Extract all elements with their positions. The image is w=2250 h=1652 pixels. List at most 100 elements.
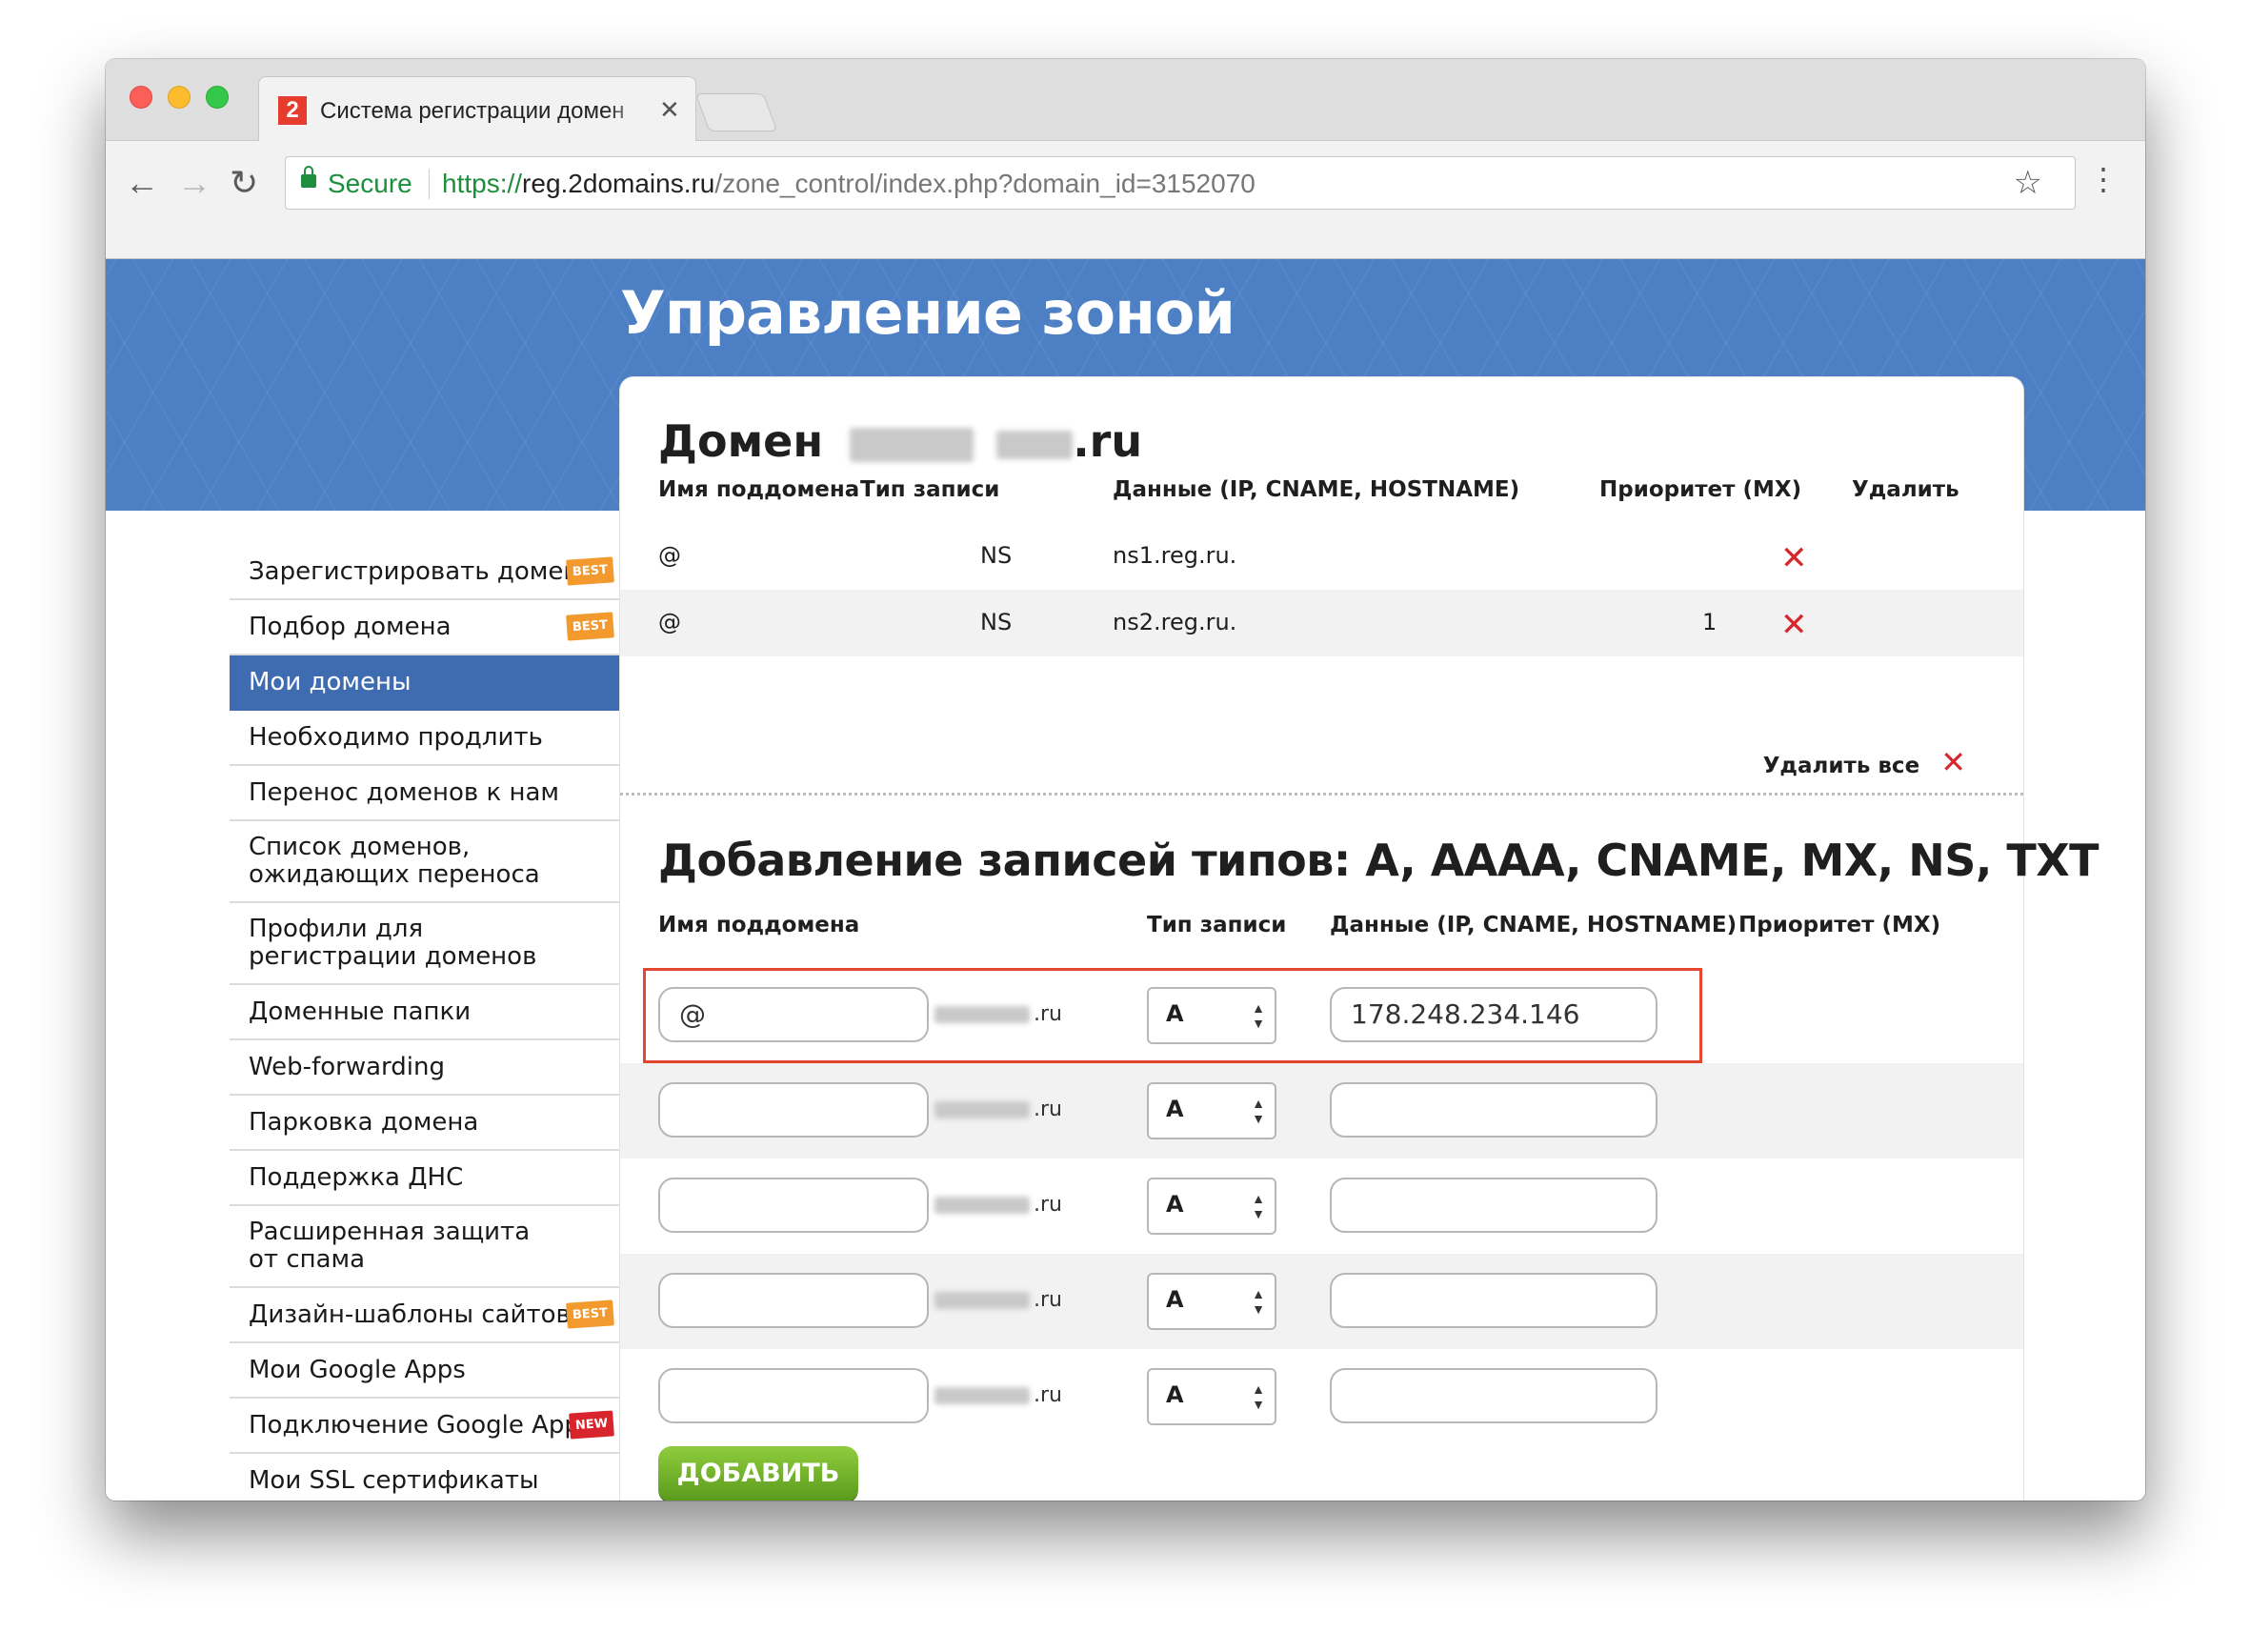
form-row: .ru A ▲ ▼: [620, 1158, 2023, 1254]
suffix-text: .ru: [1034, 1098, 1062, 1121]
record-data-input[interactable]: [1330, 1082, 1657, 1138]
domain-suffix: .ru: [1073, 415, 1143, 467]
record-priority: 1: [1702, 609, 1718, 635]
record-data: ns1.reg.ru.: [1113, 542, 1237, 569]
suffix-text: .ru: [1034, 1383, 1062, 1407]
sidebar-item[interactable]: Мои SSL сертификаты: [230, 1454, 621, 1501]
bookmark-star-icon[interactable]: ☆: [2014, 165, 2042, 201]
zone-card: Домен .ru Имя поддомена Тип записи Данны…: [620, 377, 2099, 1501]
new-tab-button[interactable]: [694, 93, 778, 131]
column-header-priority: Приоритет (MX): [1599, 477, 1802, 502]
select-arrows-icon: ▲ ▼: [1252, 1286, 1265, 1317]
close-window-button[interactable]: [130, 86, 152, 109]
browser-menu-icon[interactable]: ⋮: [2088, 164, 2119, 194]
record-type-select[interactable]: A ▲ ▼: [1147, 1082, 1276, 1139]
record-type-value: A: [1166, 1191, 1184, 1218]
sidebar-item[interactable]: Поддержка ДНС: [230, 1151, 621, 1206]
maximize-window-button[interactable]: [206, 86, 229, 109]
subdomain-input[interactable]: [658, 1178, 929, 1233]
delete-all-label: Удалить все: [1762, 754, 1920, 778]
delete-record-icon[interactable]: ✕: [1780, 542, 1808, 574]
domain-label: Домен: [658, 415, 824, 467]
record-data-input[interactable]: [1330, 1178, 1657, 1233]
sidebar-nav: Зарегистрировать домен BEST Подбор домена B…: [230, 545, 655, 1501]
url-text: https://reg.2domains.ru/zone_control/ind…: [442, 169, 1256, 199]
domain-suffix: .ru: [934, 1383, 1062, 1407]
sidebar-item[interactable]: Профили для регистрации доменов: [230, 903, 621, 985]
record-type-select[interactable]: A ▲ ▼: [1147, 1273, 1276, 1330]
select-arrows-icon: ▲ ▼: [1252, 1191, 1265, 1221]
form-header-type: Тип записи: [1147, 913, 1287, 937]
sidebar-item-label: Парковка домена: [249, 1108, 479, 1137]
badge-best: BEST: [566, 612, 614, 641]
subdomain-input[interactable]: [658, 1368, 929, 1423]
section-divider: [620, 793, 2023, 796]
address-bar[interactable]: Secure https://reg.2domains.ru/zone_cont…: [285, 156, 2076, 210]
record-type-value: A: [1166, 1381, 1184, 1408]
page-title: Управление зоной: [620, 278, 1235, 348]
blurred-domain-name: [934, 1387, 1030, 1404]
record-data: ns2.reg.ru.: [1113, 609, 1237, 635]
sidebar-item-label: Доменные папки: [249, 997, 472, 1026]
sidebar-item[interactable]: Необходимо продлить: [230, 711, 621, 766]
sidebar-item-label: Мои Google Apps: [249, 1356, 466, 1384]
record-type-select[interactable]: A ▲ ▼: [1147, 1178, 1276, 1235]
blurred-domain-name: [996, 430, 1074, 459]
suffix-text: .ru: [1034, 1288, 1062, 1312]
sidebar-item-label: Подключение Google Apps: [249, 1411, 593, 1440]
badge-best: BEST: [566, 556, 614, 586]
record-type-select[interactable]: A ▲ ▼: [1147, 1368, 1276, 1425]
add-button[interactable]: ДОБАВИТЬ: [658, 1446, 858, 1501]
back-arrow-icon[interactable]: ←: [125, 162, 159, 204]
title-bar: 2 Система регистрации домен ✕: [106, 59, 2145, 142]
suffix-text: .ru: [1034, 1193, 1062, 1217]
sidebar-item-label: Список доменов, ожидающих переноса: [249, 833, 540, 889]
browser-tab[interactable]: 2 Система регистрации домен ✕: [258, 76, 696, 142]
sidebar-item-label: Мои SSL сертификаты: [249, 1466, 539, 1495]
sidebar-item-label: Расширенная защита от спама: [249, 1218, 531, 1274]
sidebar-item-label: Зарегистрировать домен: [249, 557, 580, 586]
sidebar-item[interactable]: Зарегистрировать домен BEST: [230, 545, 621, 600]
form-header-priority: Приоритет (MX): [1738, 913, 1941, 937]
site-favicon-icon: 2: [278, 96, 307, 125]
sidebar-item[interactable]: Подключение Google Apps NEW: [230, 1399, 621, 1454]
record-data-input[interactable]: [1330, 1273, 1657, 1328]
sidebar-item[interactable]: Подбор домена BEST: [230, 600, 621, 655]
web-page: Управление зоной Зарегистрировать домен B…: [106, 259, 2145, 1501]
delete-record-icon[interactable]: ✕: [1780, 609, 1808, 641]
record-type: NS: [980, 609, 1013, 635]
sidebar-item[interactable]: Web-forwarding: [230, 1040, 621, 1096]
tab-title: Система регистрации домен: [320, 96, 653, 127]
record-subdomain: @: [658, 609, 681, 635]
record-data-input[interactable]: [1330, 1368, 1657, 1423]
forward-arrow-icon[interactable]: →: [177, 162, 211, 204]
sidebar-item[interactable]: Мои домены: [230, 655, 655, 711]
sidebar-item[interactable]: Парковка домена: [230, 1096, 621, 1151]
sidebar-item[interactable]: Список доменов, ожидающих переноса: [230, 821, 621, 903]
subdomain-input[interactable]: [658, 1273, 929, 1328]
minimize-window-button[interactable]: [168, 86, 191, 109]
sidebar-item[interactable]: Дизайн-шаблоны сайтов BEST: [230, 1288, 621, 1343]
lock-icon: [301, 166, 316, 188]
sidebar-item-label: Подбор домена: [249, 613, 452, 641]
form-row: .ru A ▲ ▼: [620, 1063, 2023, 1158]
secure-label: Secure: [328, 169, 412, 198]
form-header-subdomain: Имя поддомена: [658, 913, 860, 937]
record-type-value: A: [1166, 1286, 1184, 1313]
sidebar-item[interactable]: Мои Google Apps: [230, 1343, 621, 1399]
tab-close-icon[interactable]: ✕: [659, 94, 680, 125]
domain-suffix: .ru: [934, 1193, 1062, 1217]
reload-icon[interactable]: ↻: [230, 162, 258, 204]
form-row: .ru A ▲ ▼: [620, 1254, 2023, 1349]
sidebar-item[interactable]: Перенос доменов к нам: [230, 766, 621, 821]
column-header-delete: Удалить: [1852, 477, 1959, 502]
sidebar-item-label: Перенос доменов к нам: [249, 778, 560, 807]
sidebar-item-label: Необходимо продлить: [249, 723, 543, 752]
subdomain-input[interactable]: [658, 1082, 929, 1138]
url-separator: [429, 169, 430, 199]
delete-all-link[interactable]: Удалить все ✕: [1763, 744, 1966, 780]
sidebar-item[interactable]: Расширенная защита от спама: [230, 1206, 621, 1288]
sidebar-item-label: Профили для регистрации доменов: [249, 915, 537, 971]
sidebar-item[interactable]: Доменные папки: [230, 985, 621, 1040]
delete-all-icon: ✕: [1940, 744, 1966, 780]
